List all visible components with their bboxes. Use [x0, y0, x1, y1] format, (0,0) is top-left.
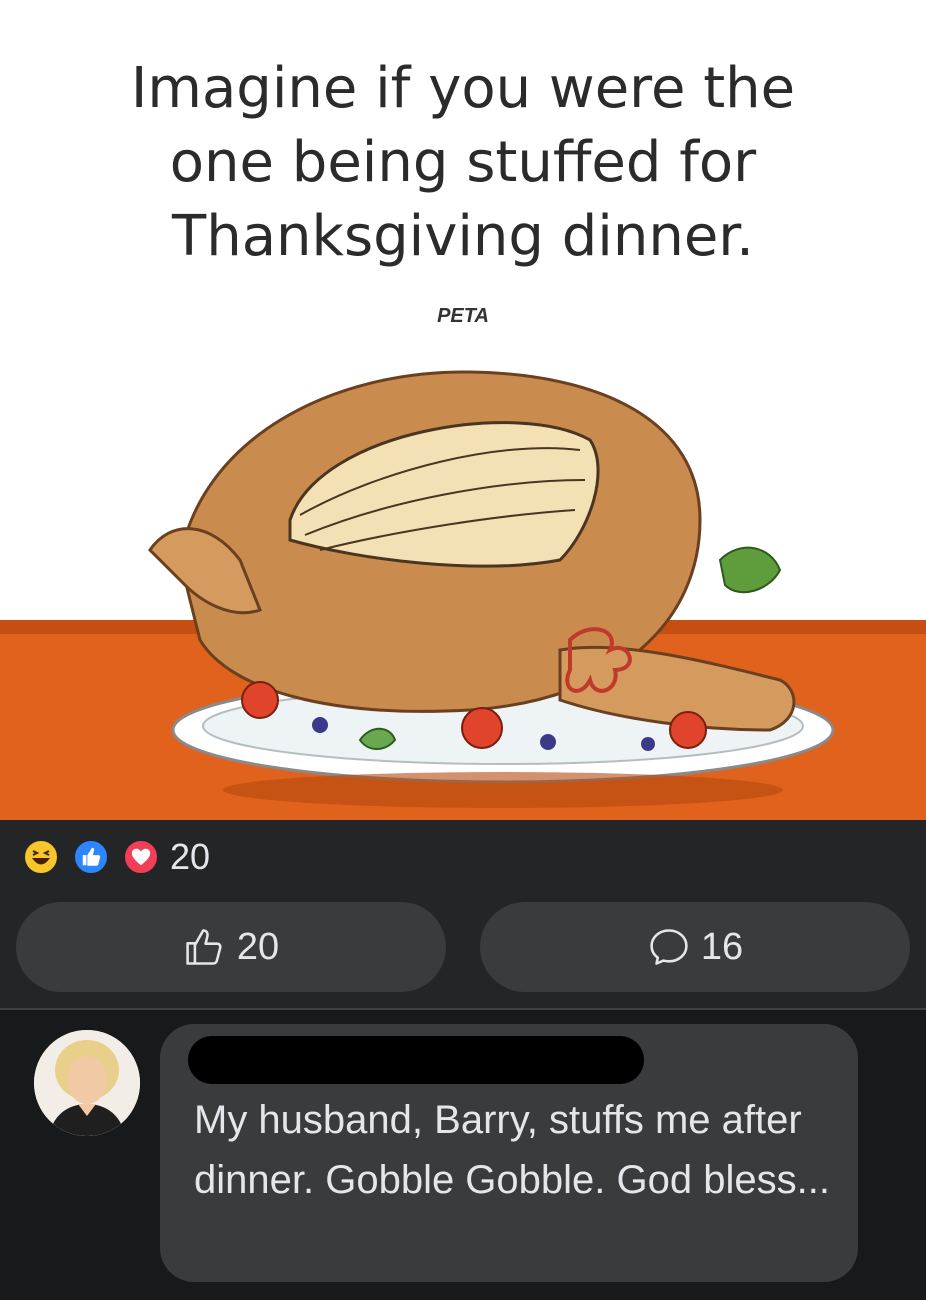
grape-2	[540, 734, 556, 750]
garnish-leaf	[718, 546, 782, 594]
love-icon[interactable]	[122, 838, 160, 876]
like-icon[interactable]	[72, 838, 110, 876]
thumbs-up-icon	[186, 929, 222, 965]
redacted-commenter-name	[188, 1036, 644, 1084]
comment-icon	[650, 929, 688, 965]
headline-line-3: Thanksgiving dinner.	[172, 204, 754, 269]
headline-line-1: Imagine if you were the	[130, 56, 796, 121]
tomato-1	[241, 681, 279, 719]
comment-text: My husband, Barry, stuffs me after dinne…	[194, 1098, 830, 1202]
comment-count: 16	[700, 925, 744, 968]
like-count: 20	[236, 925, 280, 968]
post-headline: Imagine if you were the one being stuffe…	[0, 52, 926, 274]
tomato-3	[669, 711, 707, 749]
tomato-2	[461, 707, 503, 749]
avatar[interactable]	[34, 1030, 140, 1136]
grape-1	[312, 717, 328, 733]
like-button[interactable]: 20	[16, 902, 446, 992]
brand-logo: PETA	[437, 305, 489, 327]
grape-3	[641, 737, 655, 751]
post-image[interactable]: Imagine if you were the one being stuffe…	[0, 0, 926, 820]
reaction-count[interactable]: 20	[170, 836, 210, 878]
plate-shadow	[223, 772, 783, 808]
haha-icon[interactable]	[22, 838, 60, 876]
divider	[0, 1008, 926, 1010]
comment-button[interactable]: 16	[480, 902, 910, 992]
headline-line-2: one being stuffed for	[169, 130, 757, 195]
